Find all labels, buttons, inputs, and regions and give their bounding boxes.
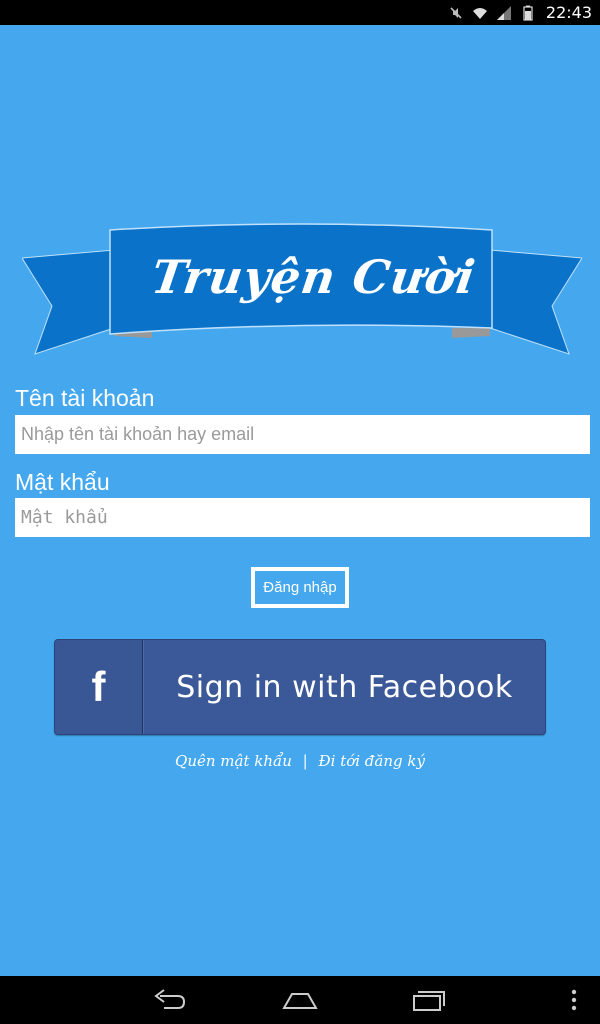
- app-logo-banner: Truyện Cười: [21, 210, 583, 360]
- status-time: 22:43: [545, 3, 592, 22]
- facebook-f-glyph: f: [91, 663, 106, 710]
- facebook-signin-label: Sign in with Facebook: [143, 640, 545, 734]
- password-label: Mật khẩu: [15, 469, 110, 495]
- forgot-password-link[interactable]: Quên mật khẩu: [175, 752, 292, 770]
- status-bar: 22:43: [0, 0, 600, 25]
- facebook-icon: f: [55, 640, 143, 734]
- navigation-bar: [0, 976, 600, 1024]
- battery-icon: [523, 5, 533, 21]
- link-separator: |: [302, 752, 308, 770]
- username-label: Tên tài khoản: [15, 385, 155, 411]
- login-button[interactable]: Đăng nhập: [251, 567, 349, 608]
- auth-links: Quên mật khẩu | Đi tới đăng ký: [0, 752, 600, 770]
- app-title: Truyện Cười: [22, 210, 582, 360]
- username-input[interactable]: [15, 415, 590, 454]
- recent-apps-icon[interactable]: [408, 986, 448, 1014]
- password-input[interactable]: [15, 498, 590, 537]
- status-icons: 22:43: [448, 3, 592, 22]
- signal-icon: [496, 5, 511, 20]
- menu-icon[interactable]: [562, 986, 586, 1014]
- facebook-signin-button[interactable]: f Sign in with Facebook: [54, 639, 546, 735]
- wifi-icon: [472, 7, 487, 19]
- app-title-text: Truyện Cười: [148, 250, 480, 304]
- register-link[interactable]: Đi tới đăng ký: [319, 752, 425, 770]
- home-icon[interactable]: [280, 986, 320, 1014]
- mute-icon: [450, 6, 462, 19]
- back-icon[interactable]: [150, 986, 190, 1014]
